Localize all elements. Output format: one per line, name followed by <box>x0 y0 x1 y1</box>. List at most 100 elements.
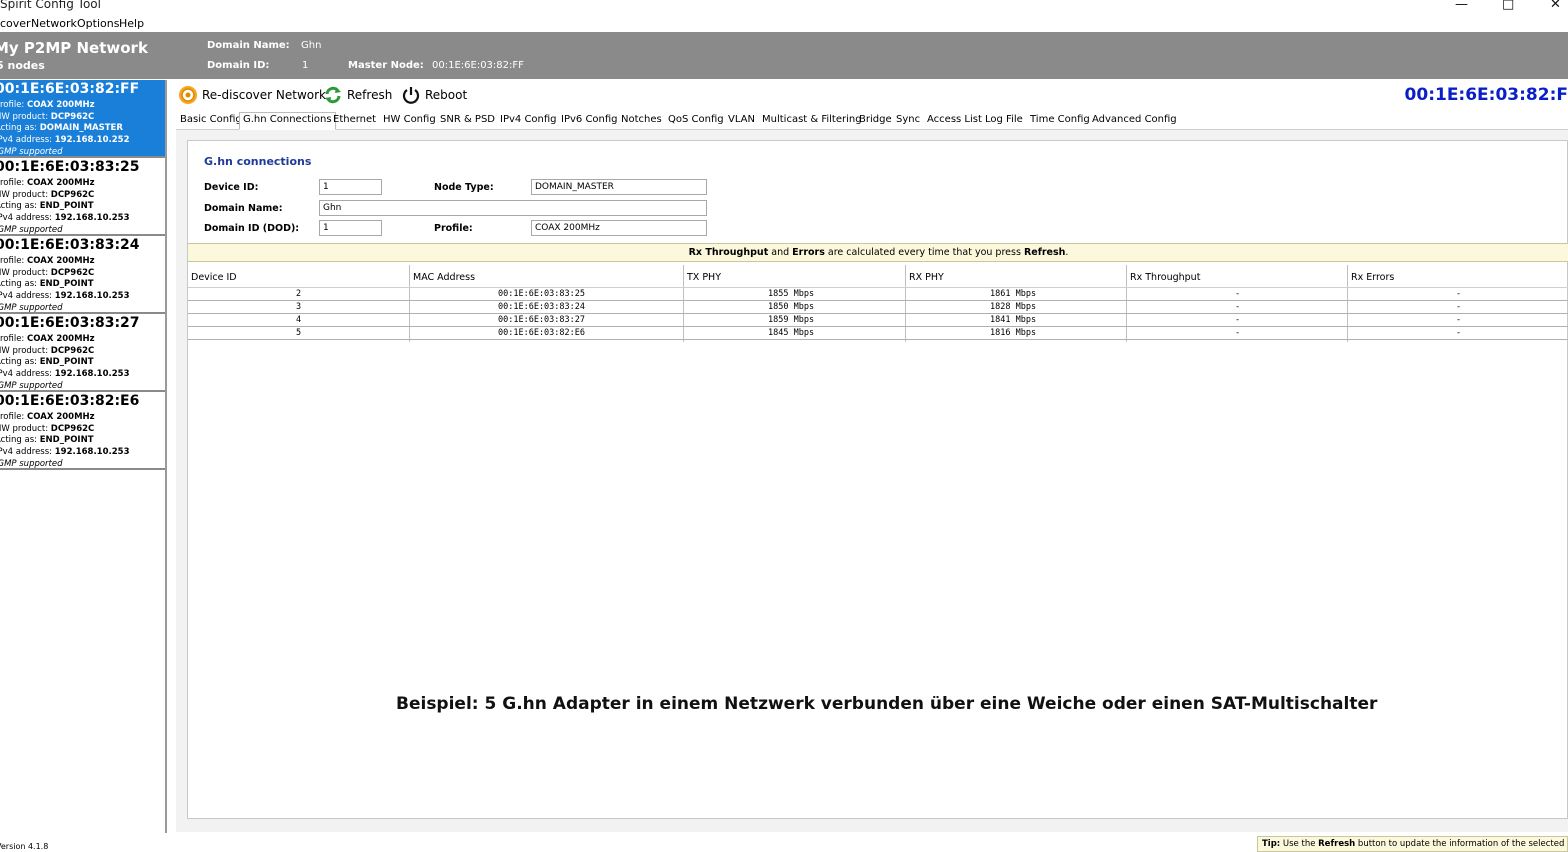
tab-bridge[interactable]: Bridge <box>859 114 892 125</box>
node-acting: END_POINT <box>39 201 94 211</box>
node-count: 5 nodes <box>0 59 45 72</box>
node-acting-label: Acting as: <box>0 123 38 133</box>
node-hw-label: HW product: <box>0 190 49 200</box>
tab-ipv4-config[interactable]: IPv4 Config <box>500 114 557 125</box>
cell-device-id: 3 <box>296 302 302 312</box>
node-item[interactable]: 00:1E:6E:03:83:27 Profile: COAX 200MHz H… <box>0 314 165 392</box>
table-header: Device ID MAC Address TX PHY RX PHY Rx T… <box>188 265 1568 288</box>
node-acting-label: Acting as: <box>0 279 38 289</box>
node-acting: DOMAIN_MASTER <box>39 123 123 133</box>
domain-name-field[interactable]: Ghn <box>319 200 707 216</box>
node-ip-label: IPv4 address: <box>0 447 53 457</box>
info-refresh: Refresh <box>1023 247 1066 258</box>
tab-hw-config[interactable]: HW Config <box>383 114 436 125</box>
node-acting: END_POINT <box>39 279 94 289</box>
menu-bar: cover Network Options Help <box>0 15 1568 32</box>
node-ip-label: IPv4 address: <box>0 369 53 379</box>
node-profile: COAX 200MHz <box>27 256 95 266</box>
gear-icon <box>179 86 197 104</box>
node-igmp: IGMP supported <box>0 381 63 391</box>
cell-rx-throughput: - <box>1235 315 1241 325</box>
section-title: G.hn connections <box>204 155 312 168</box>
refresh-button[interactable]: Refresh <box>323 84 392 106</box>
node-profile: COAX 200MHz <box>27 412 95 422</box>
node-igmp: IGMP supported <box>0 303 63 313</box>
node-hw-label: HW product: <box>0 424 49 434</box>
node-item-selected[interactable]: 00:1E:6E:03:82:FF Profile: COAX 200MHz H… <box>0 80 165 158</box>
tab-qos-config[interactable]: QoS Config <box>668 114 724 125</box>
node-profile-label: Profile: <box>0 100 25 110</box>
tab-basic-config[interactable]: Basic Config <box>180 114 242 125</box>
tab-access-list[interactable]: Access List <box>927 114 982 125</box>
info-rx-throughput: Rx Throughput <box>688 247 769 258</box>
tab-content: G.hn connections Device ID: 1 Node Type:… <box>176 130 1568 832</box>
profile-field[interactable]: COAX 200MHz <box>531 220 707 236</box>
tab-advanced-config[interactable]: Advanced Config <box>1092 114 1177 125</box>
master-node-label: Master Node: <box>348 60 424 71</box>
close-icon[interactable]: ✕ <box>1550 0 1561 12</box>
table-row[interactable]: 2 00:1E:6E:03:83:25 1855 Mbps 1861 Mbps … <box>188 288 1568 301</box>
cell-rx-phy: 1828 Mbps <box>990 302 1037 312</box>
col-tx-phy[interactable]: TX PHY <box>687 272 721 283</box>
rediscover-button[interactable]: Re-discover Network <box>178 84 326 106</box>
cell-mac: 00:1E:6E:03:83:24 <box>498 302 585 312</box>
node-profile-label: Profile: <box>0 178 25 188</box>
tab-snr-psd[interactable]: SNR & PSD <box>440 114 495 125</box>
connections-table: Device ID MAC Address TX PHY RX PHY Rx T… <box>188 265 1568 342</box>
menu-network[interactable]: Network <box>31 17 77 30</box>
node-ip: 192.168.10.252 <box>54 135 130 145</box>
menu-options[interactable]: Options <box>77 17 119 30</box>
tab-multicast-filtering[interactable]: Multicast & Filtering <box>762 114 862 125</box>
node-item[interactable]: 00:1E:6E:03:82:E6 Profile: COAX 200MHz H… <box>0 392 165 470</box>
node-profile-label: Profile: <box>0 256 25 266</box>
version-label: Version 4.1.8 <box>0 842 49 851</box>
col-mac-address[interactable]: MAC Address <box>413 272 475 283</box>
tab-vlan[interactable]: VLAN <box>728 114 755 125</box>
node-igmp: IGMP supported <box>0 225 63 235</box>
domain-id-label: Domain ID: <box>207 60 270 71</box>
reboot-button[interactable]: Reboot <box>401 84 467 106</box>
reboot-label: Reboot <box>425 88 468 102</box>
node-acting-label: Acting as: <box>0 357 38 367</box>
cell-rx-phy: 1841 Mbps <box>990 315 1037 325</box>
minimize-icon[interactable]: — <box>1455 0 1468 12</box>
menu-discover[interactable]: cover <box>0 17 31 30</box>
info-period: . <box>1065 247 1069 258</box>
node-acting-label: Acting as: <box>0 435 38 445</box>
node-type-field[interactable]: DOMAIN_MASTER <box>531 179 707 195</box>
domain-name-label: Domain Name: <box>204 203 283 214</box>
tab-ethernet[interactable]: Ethernet <box>333 114 376 125</box>
node-ip-label: IPv4 address: <box>0 213 53 223</box>
table-row[interactable]: 5 00:1E:6E:03:82:E6 1845 Mbps 1816 Mbps … <box>188 327 1568 340</box>
tab-log-file[interactable]: Log File <box>985 114 1023 125</box>
maximize-icon[interactable]: □ <box>1502 0 1514 12</box>
table-row[interactable]: 4 00:1E:6E:03:83:27 1859 Mbps 1841 Mbps … <box>188 314 1568 327</box>
col-rx-errors[interactable]: Rx Errors <box>1351 272 1394 283</box>
node-acting: END_POINT <box>39 357 94 367</box>
info-banner: Rx Throughput and Errors are calculated … <box>188 243 1568 262</box>
ghn-panel: G.hn connections Device ID: 1 Node Type:… <box>187 140 1568 819</box>
cell-device-id: 2 <box>296 289 302 299</box>
tab-time-config[interactable]: Time Config <box>1030 114 1090 125</box>
table-row[interactable]: 3 00:1E:6E:03:83:24 1850 Mbps 1828 Mbps … <box>188 301 1568 314</box>
tip-box: Tip: Use the Refresh button to update th… <box>1257 836 1568 852</box>
tab-ipv6-config[interactable]: IPv6 Config <box>561 114 618 125</box>
tab-ghn-connections[interactable]: G.hn Connections <box>239 112 336 130</box>
tip-label: Tip: <box>1262 839 1281 849</box>
node-hw-label: HW product: <box>0 346 49 356</box>
config-tabs: Basic Config G.hn Connections Ethernet H… <box>176 112 1568 130</box>
device-id-field[interactable]: 1 <box>319 179 382 195</box>
dod-field[interactable]: 1 <box>319 220 382 236</box>
col-rx-phy[interactable]: RX PHY <box>909 272 944 283</box>
node-hw: DCP962C <box>50 424 95 434</box>
tab-sync[interactable]: Sync <box>896 114 920 125</box>
cell-rx-errors: - <box>1456 302 1462 312</box>
tab-notches[interactable]: Notches <box>621 114 662 125</box>
network-name: My P2MP Network <box>0 39 148 57</box>
node-item[interactable]: 00:1E:6E:03:83:24 Profile: COAX 200MHz H… <box>0 236 165 314</box>
menu-help[interactable]: Help <box>119 17 144 30</box>
col-device-id[interactable]: Device ID <box>191 272 237 283</box>
node-item[interactable]: 00:1E:6E:03:83:25 Profile: COAX 200MHz H… <box>0 158 165 236</box>
node-ip: 192.168.10.253 <box>54 213 130 223</box>
col-rx-throughput[interactable]: Rx Throughput <box>1130 272 1200 283</box>
